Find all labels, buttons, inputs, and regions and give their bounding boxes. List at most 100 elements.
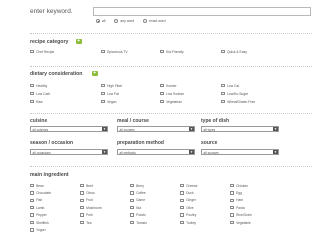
radio-button[interactable] <box>143 19 148 23</box>
checkbox[interactable] <box>30 220 34 225</box>
category-option[interactable]: Quick & Easy <box>221 49 247 54</box>
checkbox[interactable] <box>80 191 84 195</box>
chevron-down-icon[interactable]: ▼ <box>189 150 194 154</box>
keyword-input[interactable] <box>93 7 311 16</box>
ingredient-option[interactable]: Chocolate <box>30 190 51 195</box>
dietary-option[interactable]: Low/No Sugar <box>221 91 248 96</box>
checkbox[interactable] <box>30 49 34 54</box>
ingredient-option[interactable]: Turkey <box>180 220 196 225</box>
checkbox[interactable] <box>180 183 184 188</box>
ingredient-option[interactable]: Fruit <box>80 198 93 203</box>
checkbox[interactable] <box>101 99 105 104</box>
chevron-down-icon[interactable]: ▼ <box>189 127 194 131</box>
source-select[interactable]: all sources ▼ <box>201 149 279 155</box>
match-option-exact-word[interactable]: exact word <box>143 19 166 23</box>
preparation-method-select[interactable]: all methods ▼ <box>117 149 195 155</box>
checkbox[interactable] <box>180 213 184 217</box>
dietary-option[interactable]: High Fiber <box>101 83 122 88</box>
checkbox[interactable] <box>30 183 34 188</box>
checkbox[interactable] <box>130 220 134 225</box>
dietary-option[interactable]: Kosher <box>160 83 177 88</box>
checkbox[interactable] <box>101 49 105 54</box>
dietary-option[interactable]: Low Carb <box>30 91 50 96</box>
checkbox[interactable] <box>80 183 84 188</box>
checkbox[interactable] <box>130 213 134 217</box>
ingredient-option[interactable]: Tomato <box>130 220 147 225</box>
checkbox[interactable] <box>130 191 134 195</box>
ingredient-option[interactable]: Fish <box>30 198 42 203</box>
checkbox[interactable] <box>80 220 84 225</box>
radio-button[interactable] <box>96 19 100 23</box>
dietary-option[interactable]: Low Fat <box>101 91 119 96</box>
checkbox[interactable] <box>30 198 34 203</box>
ingredient-option[interactable]: Potato <box>130 213 146 218</box>
match-option-any-word[interactable]: any word <box>114 19 134 23</box>
checkbox[interactable] <box>80 198 84 203</box>
plus-icon[interactable]: + <box>92 70 98 76</box>
season-occasion-select[interactable]: all occasions ▼ <box>30 149 108 155</box>
category-option[interactable]: Kid-Friendly <box>160 49 184 54</box>
checkbox[interactable] <box>30 99 34 104</box>
ingredient-option[interactable]: Yogurt <box>30 227 46 232</box>
dietary-option[interactable]: Vegan <box>101 99 116 104</box>
checkbox[interactable] <box>130 183 134 188</box>
ingredient-option[interactable]: Vegetable <box>230 220 251 225</box>
chevron-down-icon[interactable]: ▼ <box>273 127 278 131</box>
radio-button[interactable] <box>114 19 119 23</box>
checkbox[interactable] <box>130 198 134 203</box>
checkbox[interactable] <box>221 99 225 104</box>
checkbox[interactable] <box>80 213 84 217</box>
ingredient-option[interactable]: Pasta <box>230 205 245 210</box>
chevron-down-icon[interactable]: ▼ <box>102 150 107 154</box>
ingredient-option[interactable]: Tea <box>80 220 91 225</box>
ingredient-option[interactable]: Nut <box>130 205 141 210</box>
checkbox[interactable] <box>160 83 164 88</box>
ingredient-option[interactable]: Beef <box>80 183 93 188</box>
category-option[interactable]: Epicurious TV <box>101 49 128 54</box>
ingredient-option[interactable]: Pork <box>80 213 93 218</box>
checkbox[interactable] <box>230 220 234 225</box>
checkbox[interactable] <box>101 83 105 88</box>
checkbox[interactable] <box>130 205 134 210</box>
chevron-down-icon[interactable]: ▼ <box>102 127 107 131</box>
checkbox[interactable] <box>180 198 184 203</box>
ingredient-option[interactable]: Bean <box>30 183 44 188</box>
ingredient-option[interactable]: Lamb <box>30 205 44 210</box>
ingredient-option[interactable]: Shellfish <box>30 220 49 225</box>
cuisine-select[interactable]: all cuisines ▼ <box>30 126 108 132</box>
checkbox[interactable] <box>30 91 34 96</box>
dietary-option[interactable]: Low Cal <box>221 83 239 88</box>
ingredient-option[interactable]: Coffee <box>130 190 146 195</box>
checkbox[interactable] <box>230 198 234 203</box>
match-option-all[interactable]: all <box>96 19 105 23</box>
meal-course-select[interactable]: all courses ▼ <box>117 126 195 132</box>
checkbox[interactable] <box>230 213 234 217</box>
ingredient-option[interactable]: Cheese <box>180 183 197 188</box>
checkbox[interactable] <box>160 99 164 104</box>
dietary-option[interactable]: Low Sodium <box>160 91 184 96</box>
ingredient-option[interactable]: Berry <box>130 183 144 188</box>
category-option[interactable]: Chef Recipe <box>30 49 54 54</box>
checkbox[interactable] <box>180 220 184 225</box>
ingredient-option[interactable]: Pepper <box>30 213 47 218</box>
ingredient-option[interactable]: Ginger <box>180 198 196 203</box>
dietary-option[interactable]: Vegetarian <box>160 99 182 104</box>
dietary-option[interactable]: Raw <box>30 99 43 104</box>
checkbox[interactable] <box>30 205 34 210</box>
checkbox[interactable] <box>221 49 225 54</box>
ingredient-option[interactable]: Game <box>130 198 145 203</box>
checkbox[interactable] <box>80 205 84 210</box>
checkbox[interactable] <box>30 228 34 232</box>
checkbox[interactable] <box>230 183 234 188</box>
type-of-dish-select[interactable]: all types ▼ <box>201 126 279 132</box>
chevron-down-icon[interactable]: ▼ <box>273 150 278 154</box>
ingredient-option[interactable]: Duck <box>180 190 194 195</box>
checkbox[interactable] <box>230 191 234 195</box>
checkbox[interactable] <box>180 191 184 195</box>
checkbox[interactable] <box>180 205 184 210</box>
checkbox[interactable] <box>101 91 105 96</box>
checkbox[interactable] <box>221 83 225 88</box>
ingredient-option[interactable]: Chicken <box>230 183 248 188</box>
checkbox[interactable] <box>30 83 34 88</box>
ingredient-option[interactable]: Mushroom <box>80 205 102 210</box>
